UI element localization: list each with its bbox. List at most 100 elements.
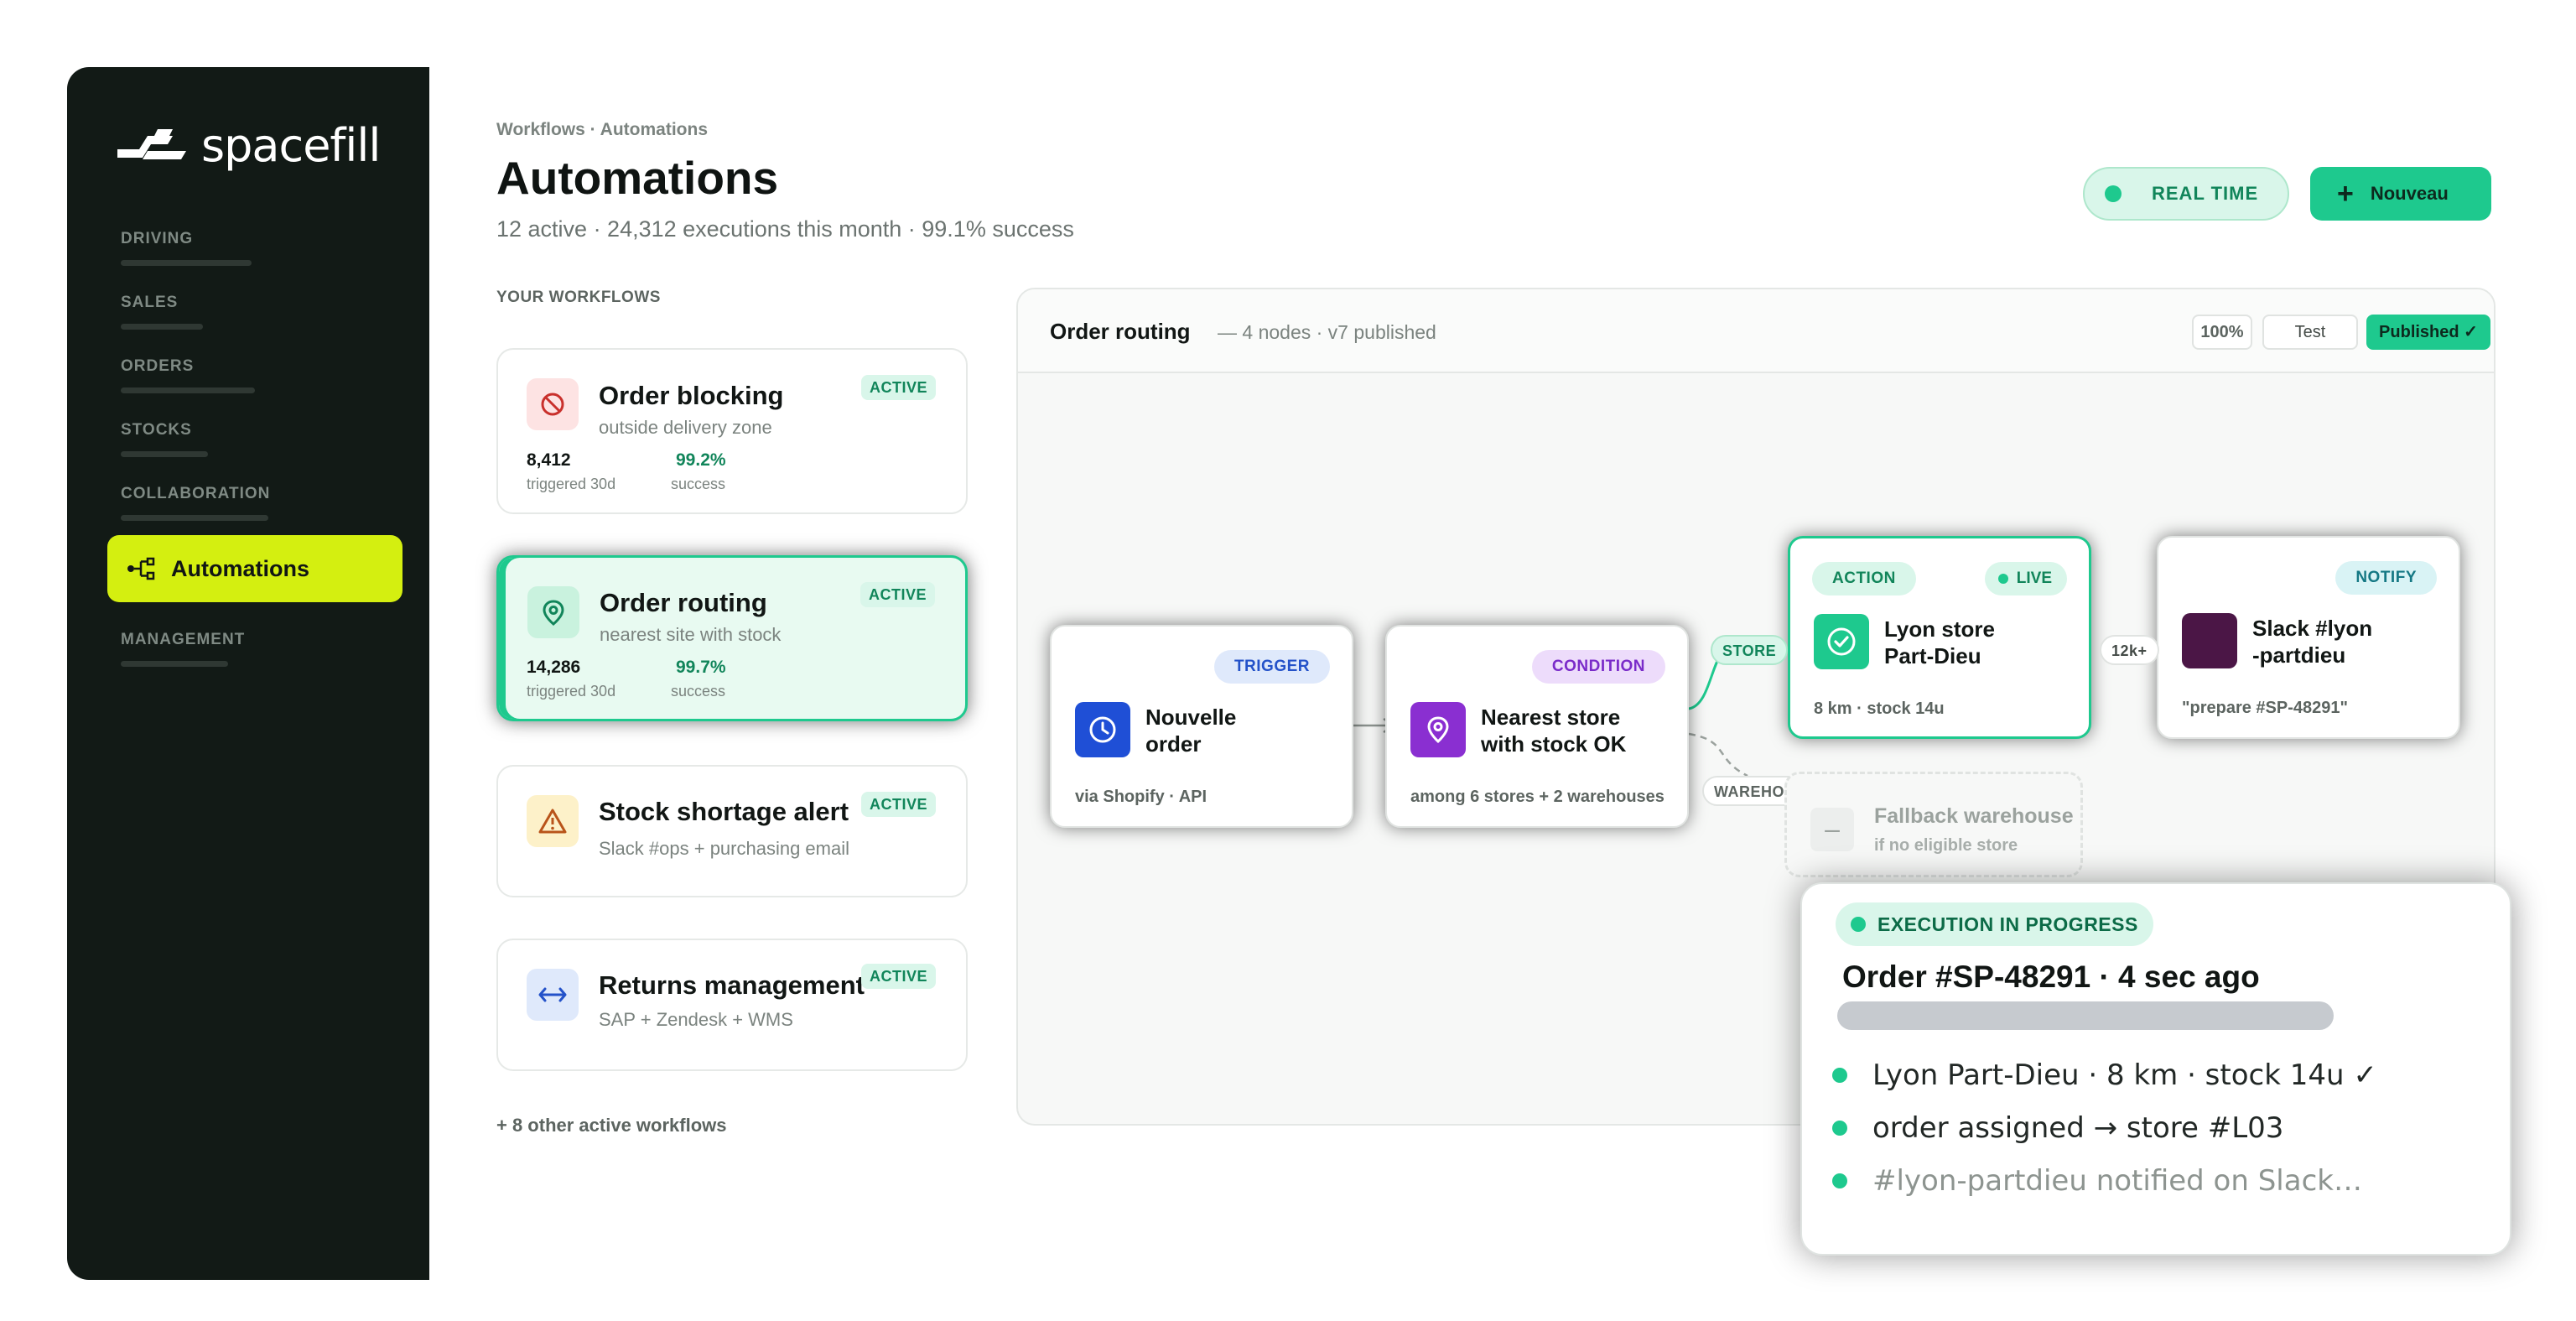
nav-section-management[interactable]: MANAGEMENT — [121, 631, 245, 667]
brand-logo[interactable]: spacefill — [114, 119, 381, 172]
nav-section-collaboration[interactable]: COLLABORATION — [121, 485, 270, 521]
node-fallback[interactable]: – Fallback warehouse if no eligible stor… — [1784, 772, 2083, 877]
execution-step: order assigned → store #L03 — [1832, 1111, 2283, 1145]
node-type-chip: ACTION — [1812, 562, 1916, 595]
warning-icon — [527, 795, 579, 847]
workflow-subtitle: Slack #ops + purchasing email — [599, 838, 849, 859]
node-footer: via Shopify · API — [1075, 788, 1208, 806]
workflow-card-order-routing[interactable]: Order routing nearest site with stock AC… — [496, 555, 968, 721]
node-notify[interactable]: NOTIFY Slack #lyon -partdieu "prepare #S… — [2157, 536, 2460, 739]
more-workflows-link[interactable]: + 8 other active workflows — [496, 1115, 726, 1136]
status-badge: ACTIVE — [860, 964, 936, 989]
workflow-title: Returns management — [599, 970, 865, 1000]
new-workflow-label: Nouveau — [2370, 183, 2449, 204]
nav-section-sales[interactable]: SALES — [121, 294, 203, 330]
triggered-count: 8,412 — [527, 450, 571, 470]
node-title-line: Nearest store — [1481, 705, 1621, 730]
edge-label-store[interactable]: STORE — [1711, 635, 1789, 665]
execution-step-text: #lyon-partdieu notified on Slack… — [1872, 1164, 2362, 1198]
nav-placeholder-bar — [121, 661, 228, 667]
nav-section-stocks[interactable]: STOCKS — [121, 421, 208, 457]
nav-placeholder-bar — [121, 451, 208, 457]
node-footer: "prepare #SP-48291" — [2182, 699, 2348, 717]
triggered-count: 14,286 — [527, 658, 581, 677]
node-footer: 8 km · stock 14u — [1814, 700, 1945, 718]
workflow-subtitle: outside delivery zone — [599, 417, 772, 438]
node-type-chip: NOTIFY — [2335, 561, 2437, 595]
sidebar: spacefill DRIVING SALES ORDERS STOCKS CO… — [67, 67, 429, 1280]
node-title-line: Part-Dieu — [1884, 643, 1981, 668]
page-subtitle: 12 active · 24,312 executions this month… — [496, 216, 1074, 242]
nav-section-label: COLLABORATION — [121, 485, 271, 502]
nav-section-driving[interactable]: DRIVING — [121, 230, 252, 266]
location-pin-icon — [527, 586, 579, 638]
nav-section-label: ORDERS — [121, 357, 195, 375]
realtime-toggle[interactable]: REAL TIME — [2083, 167, 2289, 221]
triggered-caption: triggered 30d — [527, 476, 616, 492]
execution-step: #lyon-partdieu notified on Slack… — [1832, 1164, 2362, 1198]
node-title-line: with stock OK — [1481, 731, 1627, 757]
workflow-title: Stock shortage alert — [599, 797, 849, 826]
slack-avatar — [2182, 613, 2237, 668]
fallback-subtitle: if no eligible store — [1874, 836, 2018, 855]
live-badge: LIVE — [1984, 562, 2067, 595]
node-title: Nouvelle order — [1145, 704, 1338, 757]
node-title: Lyon store Part-Dieu — [1884, 616, 2077, 669]
breadcrumb[interactable]: Workflows · Automations — [496, 120, 708, 140]
node-condition[interactable]: CONDITION Nearest store with stock OK am… — [1385, 625, 1689, 828]
node-title-line: Nouvelle — [1145, 705, 1237, 730]
success-rate: 99.7% — [676, 658, 726, 677]
nav-placeholder-bar — [121, 324, 203, 330]
execution-status: EXECUTION IN PROGRESS — [1877, 913, 2138, 935]
check-circle-icon — [1814, 614, 1869, 669]
nav-section-orders[interactable]: ORDERS — [121, 357, 255, 393]
clock-icon — [1075, 702, 1130, 757]
sidebar-item-automations[interactable]: Automations — [107, 535, 402, 602]
execution-step: Lyon Part-Dieu · 8 km · stock 14u ✓ — [1832, 1058, 2377, 1092]
step-dot-icon — [1832, 1121, 1847, 1136]
node-title: Slack #lyon -partdieu — [2252, 615, 2445, 668]
status-badge: ACTIVE — [860, 582, 935, 607]
nav-placeholder-bar — [121, 260, 252, 266]
execution-progress-placeholder — [1837, 1001, 2334, 1030]
workflow-title: Order blocking — [599, 381, 784, 410]
nav-section-label: DRIVING — [121, 230, 194, 247]
fallback-title: Fallback warehouse — [1874, 804, 2074, 828]
node-title-line: -partdieu — [2252, 642, 2346, 668]
workflow-icon — [127, 557, 155, 580]
node-type-chip: CONDITION — [1531, 650, 1665, 684]
edge-label-volume: 12k+ — [2100, 635, 2159, 665]
success-caption: success — [671, 476, 726, 492]
step-dot-icon — [1832, 1068, 1847, 1083]
workflow-card-stock-shortage[interactable]: Stock shortage alert Slack #ops + purcha… — [496, 765, 968, 897]
workflow-subtitle: SAP + Zendesk + WMS — [599, 1009, 793, 1030]
triggered-caption: triggered 30d — [527, 683, 616, 700]
nav-section-label: SALES — [121, 294, 179, 311]
node-footer: among 6 stores + 2 warehouses — [1410, 788, 1665, 806]
nav-section-label: STOCKS — [121, 421, 192, 439]
success-rate: 99.2% — [676, 450, 726, 470]
execution-title: Order #SP-48291 · 4 sec ago — [1842, 960, 2260, 994]
live-dot-icon — [1997, 574, 2008, 584]
execution-status-badge: EXECUTION IN PROGRESS — [1836, 902, 2153, 946]
nav-placeholder-bar — [121, 387, 255, 393]
new-workflow-button[interactable]: + Nouveau — [2310, 167, 2491, 221]
node-trigger[interactable]: TRIGGER Nouvelle order via Shopify · API — [1050, 625, 1353, 828]
workflow-card-order-blocking[interactable]: Order blocking outside delivery zone ACT… — [496, 348, 968, 514]
execution-step-text: Lyon Part-Dieu · 8 km · stock 14u ✓ — [1872, 1058, 2377, 1092]
status-badge: ACTIVE — [860, 375, 936, 400]
workflows-heading: YOUR WORKFLOWS — [496, 289, 661, 306]
node-type-chip: TRIGGER — [1213, 650, 1330, 684]
minus-icon: – — [1810, 808, 1854, 851]
node-title-line: Lyon store — [1884, 616, 1995, 642]
live-dot-icon — [1851, 917, 1866, 932]
execution-panel[interactable]: EXECUTION IN PROGRESS Order #SP-48291 · … — [1800, 882, 2511, 1256]
workflow-card-returns[interactable]: Returns management SAP + Zendesk + WMS A… — [496, 939, 968, 1071]
block-icon — [527, 378, 579, 430]
node-title: Nearest store with stock OK — [1481, 704, 1674, 757]
status-badge: ACTIVE — [860, 792, 936, 817]
workflow-title: Order routing — [600, 588, 767, 617]
execution-step-text: order assigned → store #L03 — [1872, 1111, 2284, 1145]
workflow-subtitle: nearest site with stock — [600, 624, 782, 645]
node-action[interactable]: ACTION LIVE Lyon store Part-Dieu 8 km · … — [1788, 536, 2091, 739]
